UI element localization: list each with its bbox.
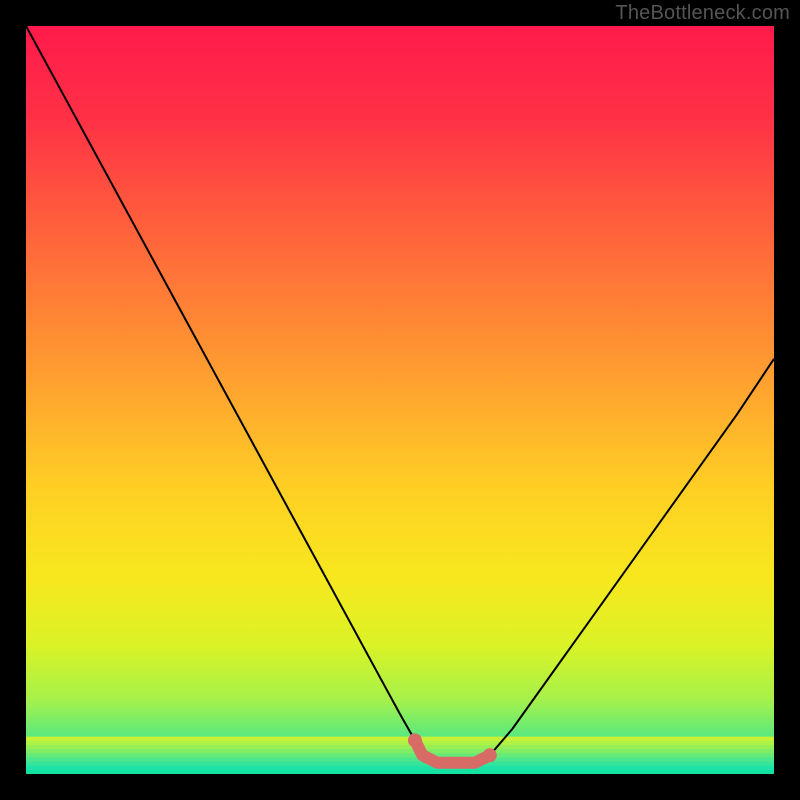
gradient-background <box>26 26 774 774</box>
optimal-zone-endpoint <box>483 748 497 762</box>
green-band-stripe <box>26 762 774 767</box>
green-band-stripe <box>26 741 774 746</box>
chart-svg <box>26 26 774 774</box>
optimal-zone-endpoint <box>408 733 422 747</box>
watermark-text: TheBottleneck.com <box>615 2 790 25</box>
green-band-stripe <box>26 737 774 742</box>
green-band-stripe <box>26 745 774 750</box>
green-band-stripe <box>26 757 774 762</box>
green-band-stripe <box>26 749 774 754</box>
chart-root: TheBottleneck.com <box>0 0 800 800</box>
green-band-stripe <box>26 766 774 771</box>
plot-area <box>26 26 774 774</box>
green-band-stripe <box>26 753 774 758</box>
green-band-stripe <box>26 770 774 774</box>
